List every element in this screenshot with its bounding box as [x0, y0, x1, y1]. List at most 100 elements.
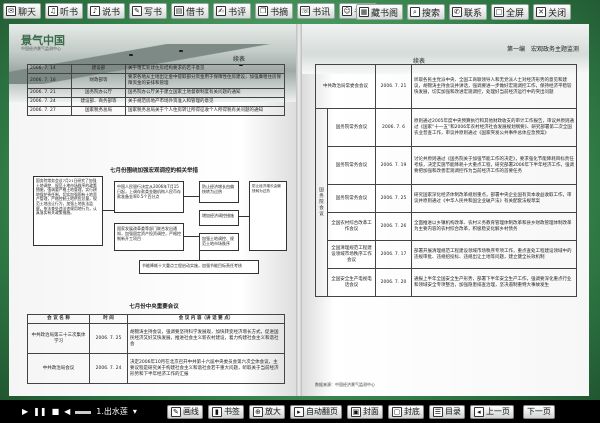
review-button[interactable]: ✍ 书评 [213, 3, 252, 19]
table-cell: 财政部等 [71, 73, 126, 89]
search-button[interactable]: ⌕ 搜索 [407, 4, 446, 20]
track-selector-icon[interactable]: ▾ [133, 407, 137, 416]
close-button[interactable]: ✕ 关闭 [533, 4, 572, 20]
close-icon: ✕ [536, 7, 547, 17]
book-spread: 景气中国 中国经济景气监测中心 续表 2006. 7. 14 建设部 关于落实新建住… [9, 24, 589, 396]
search-icon: ⌕ [410, 7, 421, 17]
prev-button[interactable]: ◂ 上一页 [469, 404, 514, 419]
prev-icon: ◂ [473, 406, 484, 417]
button-label: 搜索 [422, 8, 441, 19]
button-label: 封底 [403, 407, 420, 416]
button-label: 听书 [60, 7, 79, 18]
table-cell: 国务院会议 [315, 108, 328, 297]
button-label: 藏书阁 [371, 8, 399, 19]
library-icon: ▦ [359, 7, 369, 17]
borrow-button[interactable]: ▤ 借书 [171, 3, 210, 19]
stop-icon[interactable]: ■ [52, 407, 60, 416]
book-spine [296, 24, 302, 396]
bookmark-icon: ▮ [211, 406, 222, 417]
back-cover-button[interactable]: ▢ 封底 [387, 404, 424, 419]
flow-box-mid-bottom: 国家发展改革委等部门联合发出通知，加强固定资产投资调控，严格控制新开工项目 [114, 223, 184, 251]
review-icon: ✍ [216, 6, 227, 16]
excerpt-button[interactable]: ❐ 书摘 [255, 3, 294, 19]
table-cell: 2006. 7. 19 [375, 146, 412, 185]
excerpt-icon: ❐ [258, 6, 269, 16]
table-cell: 2006. 7. 25 [375, 184, 412, 213]
speak-button[interactable]: ♪ 说书 [87, 3, 126, 19]
bottom-toolbar: ▶ ❚❚ ■ ◀ 1.出水莲 ▾ ✎ 画线 ▮ 书签 ⊕ 放大 ▸ 自动翻页 ▣ 封面 ▢ 封底 ☰ 目录… [0, 400, 600, 423]
table-cell: 2006. 7. 21 [27, 88, 72, 98]
table-cell: 部署开展清理规范工程建设领域市场秩序专项工作，重点查处工程建设领域中的违规审批、… [411, 240, 577, 269]
friends-icon: ☺ [342, 6, 353, 16]
zoom-in-button[interactable]: ⊕ 放大 [248, 404, 285, 419]
button-label: 借书 [186, 7, 205, 18]
table-row: 2006. 7. 21 国务院办公厅 国务院办公厅关于建立国家土地督察制度有关问题的… [27, 88, 285, 98]
table-cell: 会 议 名 称 [27, 314, 90, 324]
table-cell: 胡锦涛主持会议，强调要坚持科学发展观，加快转变经济增长方式，促进国民经济又好又快… [127, 323, 285, 354]
meeting-title: 七月份中央重要会议 [129, 304, 179, 310]
left-page[interactable]: 景气中国 中国经济景气监测中心 续表 2006. 7. 14 建设部 关于落实新建住… [9, 24, 299, 396]
table-cell: 国务院办公厅关于建立国家土地督察制度有关问题的通知 [125, 88, 285, 98]
button-label: 写书 [144, 7, 163, 18]
button-label: 放大 [264, 407, 281, 416]
table-cell: 关于落实新建住房结构要求的若干意见 [125, 64, 285, 74]
toc-icon: ☰ [432, 406, 443, 417]
table-cell: 2006. 7. 24 [27, 97, 72, 107]
cover-button[interactable]: ▣ 封面 [346, 404, 383, 419]
table-cell: 2006. 7. 14 [27, 64, 72, 74]
news-button[interactable]: ☏ 书讯 [297, 3, 336, 19]
headphones-button[interactable]: ♫ 听书 [45, 3, 84, 19]
table-row: 2006. 7. 24 建设部、商务部等 关于规范房地产市场外资准入和管理的意见 [27, 97, 285, 107]
button-label: 目录 [444, 407, 461, 416]
toc-button[interactable]: ☰ 目录 [428, 404, 465, 419]
table-cell: 全国安全生产电视电话会议 [327, 268, 376, 297]
table-cell: 2006. 7. 20 [375, 268, 412, 297]
table-row: 2006. 7. 14 建设部 关于落实新建住房结构要求的若干意见 [27, 64, 285, 74]
table-cell: 2006. 7. 25 [89, 323, 128, 354]
bookmark-button[interactable]: ▮ 书签 [207, 404, 244, 419]
table-cell: 全面推进以乡镇机构改革、农村义务教育管理体制改革和县乡财政管理体制改革为主要内容… [411, 212, 577, 241]
pen-button[interactable]: ✎ 画线 [166, 404, 203, 419]
fullscreen-button[interactable]: □ 全屏 [491, 4, 530, 20]
source-note: 数据来源：中国经济景气监测中心 [315, 382, 375, 387]
table-cell: 中共政治局第三十三次集体学习 [27, 323, 90, 354]
button-label: 关闭 [548, 8, 567, 19]
table-cell: 2006. 7. 24 [89, 353, 128, 384]
library-button[interactable]: ▦ 藏书阁 [356, 4, 404, 20]
table-cell: 国家税务总局 [71, 106, 126, 116]
write-icon: ✎ [132, 6, 143, 16]
table-cell: 要求各地从土地出让金中提取部分资金用于保障性住房建设，加强廉租住房保障资金的安排… [125, 73, 285, 89]
table-cell: 2006. 7. 21 [375, 64, 412, 109]
table-row: 国务院会议 国务院常务会议 2006. 7. 6 原则通过2005年度中央预算执行和其… [315, 108, 577, 297]
button-label: 联系 [464, 8, 483, 19]
table-cell: 国务院常务会议 [327, 146, 376, 185]
table-cell: 全国清理规范工程建设领域市场秩序工作会议 [327, 240, 376, 269]
table-row: 中共政治局会议 2006. 7. 24 决定2006年10月在北京召开中共第十六届中… [27, 353, 285, 384]
table-cell: 国务院常务会议 [327, 184, 376, 213]
table-cell: 全国农村综合改革工作会议 [327, 212, 376, 241]
write-button[interactable]: ✎ 写书 [129, 3, 168, 19]
next-page-button[interactable]: 下一页 [522, 404, 555, 419]
chat-button[interactable]: ✉ 聊天 [3, 3, 42, 19]
pause-icon[interactable]: ❚❚ [33, 407, 46, 416]
flow-box-right-bottom: 加强土地调控、规范土地市场秩序 [199, 233, 239, 251]
bird-icon [179, 50, 183, 52]
news-icon: ☏ [300, 6, 311, 16]
table-cell: 国务院常务会议 [327, 108, 376, 147]
play-icon[interactable]: ▶ [22, 407, 28, 416]
table-cell: 国务院办公厅 [71, 88, 126, 98]
flow-box-bottom: 节能降耗十大重点工程启动实施，加强节能目标责任考核 [139, 260, 259, 274]
auto-flip-button[interactable]: ▸ 自动翻页 [289, 404, 342, 419]
meeting-table-continued: 中共政治局常委会会议 2006. 7. 21 听取各民主党派中央、全国工商联领导人和… [315, 64, 577, 297]
table-cell: 国家税务总局关于个人住房转让所得征收个人所得税有关问题的通知 [125, 106, 285, 116]
speaker-icon[interactable]: ◀ [64, 407, 70, 416]
table-cell: 中共政治局会议 [27, 353, 90, 384]
table-row: 中共政治局常委会会议 2006. 7. 21 听取各民主党派中央、全国工商联领导人和… [315, 64, 577, 109]
volume-slider[interactable] [75, 410, 92, 414]
table-row: 2006. 7. 27 国家税务总局 国家税务总局关于个人住房转让所得征收个人所得税… [27, 106, 285, 116]
contact-button[interactable]: ✆ 联系 [449, 4, 488, 20]
table-cell: 2006. 7. 16 [27, 73, 72, 89]
button-label: 全屏 [506, 8, 525, 19]
auto-flip-icon: ▸ [293, 406, 304, 417]
right-page[interactable]: 第一编 宏观政务主题监测 续表 中共政治局常委会会议 2006. 7. 21 听取各… [299, 24, 589, 396]
